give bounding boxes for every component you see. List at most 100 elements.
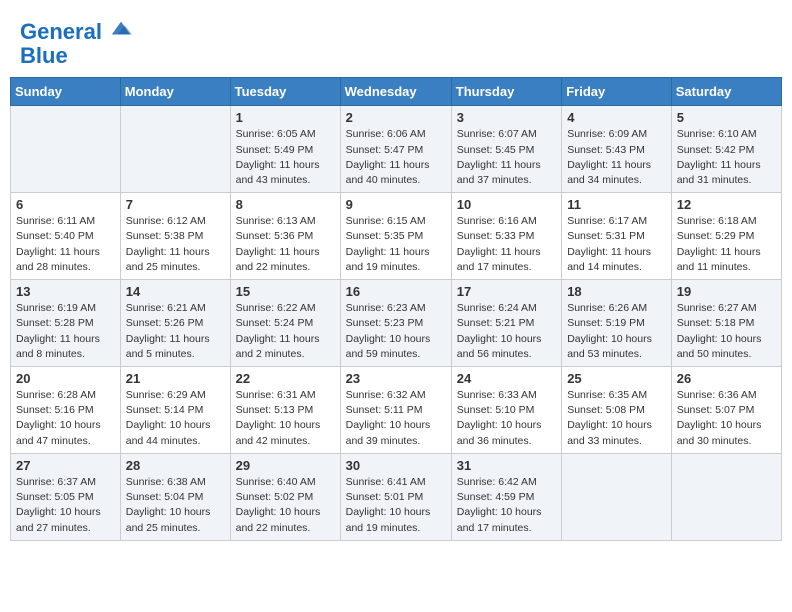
day-number: 12 xyxy=(677,197,776,212)
calendar-cell: 27Sunrise: 6:37 AM Sunset: 5:05 PM Dayli… xyxy=(11,453,121,540)
calendar-cell xyxy=(562,453,672,540)
day-info: Sunrise: 6:06 AM Sunset: 5:47 PM Dayligh… xyxy=(346,127,446,188)
calendar-cell: 5 Sunrise: 6:10 AM Sunset: 5:42 PM Daylig… xyxy=(671,106,781,193)
day-number: 15 xyxy=(236,284,335,299)
day-number: 9 xyxy=(346,197,446,212)
calendar-week-row: 27Sunrise: 6:37 AM Sunset: 5:05 PM Dayli… xyxy=(11,453,782,540)
day-info: Sunrise: 6:42 AM Sunset: 4:59 PM Dayligh… xyxy=(457,475,556,536)
calendar-cell: 13Sunrise: 6:19 AM Sunset: 5:28 PM Dayli… xyxy=(11,280,121,367)
day-number: 29 xyxy=(236,458,335,473)
calendar-week-row: 1Sunrise: 6:05 AM Sunset: 5:49 PM Daylig… xyxy=(11,106,782,193)
day-info: Sunrise: 6:07 AM Sunset: 5:45 PM Dayligh… xyxy=(457,127,556,188)
calendar-cell: 9 Sunrise: 6:15 AM Sunset: 5:35 PM Daylig… xyxy=(340,193,451,280)
calendar-cell: 19Sunrise: 6:27 AM Sunset: 5:18 PM Dayli… xyxy=(671,280,781,367)
day-number: 21 xyxy=(126,371,225,386)
calendar-cell: 12 Sunrise: 6:18 AM Sunset: 5:29 PM Dayli… xyxy=(671,193,781,280)
day-info: Sunrise: 6:11 AM Sunset: 5:40 PM Dayligh… xyxy=(16,214,115,275)
day-info: Sunrise: 6:41 AM Sunset: 5:01 PM Dayligh… xyxy=(346,475,446,536)
calendar-cell: 24 Sunrise: 6:33 AM Sunset: 5:10 PM Dayli… xyxy=(451,367,561,454)
day-number: 6 xyxy=(16,197,115,212)
day-number: 18 xyxy=(567,284,666,299)
calendar-cell: 8 Sunrise: 6:13 AM Sunset: 5:36 PM Daylig… xyxy=(230,193,340,280)
day-number: 23 xyxy=(346,371,446,386)
day-number: 4 xyxy=(567,110,666,125)
day-info: Sunrise: 6:15 AM Sunset: 5:35 PM Dayligh… xyxy=(346,214,446,275)
day-info: Sunrise: 6:09 AM Sunset: 5:43 PM Dayligh… xyxy=(567,127,666,188)
day-info: Sunrise: 6:16 AM Sunset: 5:33 PM Dayligh… xyxy=(457,214,556,275)
calendar-cell: 20Sunrise: 6:28 AM Sunset: 5:16 PM Dayli… xyxy=(11,367,121,454)
weekday-header: Sunday xyxy=(11,78,121,106)
weekday-header: Wednesday xyxy=(340,78,451,106)
day-number: 31 xyxy=(457,458,556,473)
calendar-cell: 22Sunrise: 6:31 AM Sunset: 5:13 PM Dayli… xyxy=(230,367,340,454)
day-number: 26 xyxy=(677,371,776,386)
day-number: 25 xyxy=(567,371,666,386)
day-info: Sunrise: 6:22 AM Sunset: 5:24 PM Dayligh… xyxy=(236,301,335,362)
weekday-header: Saturday xyxy=(671,78,781,106)
day-number: 24 xyxy=(457,371,556,386)
day-info: Sunrise: 6:13 AM Sunset: 5:36 PM Dayligh… xyxy=(236,214,335,275)
calendar-cell: 26 Sunrise: 6:36 AM Sunset: 5:07 PM Dayli… xyxy=(671,367,781,454)
day-number: 5 xyxy=(677,110,776,125)
day-info: Sunrise: 6:35 AM Sunset: 5:08 PM Dayligh… xyxy=(567,388,666,449)
weekday-header: Monday xyxy=(120,78,230,106)
calendar-cell: 2 Sunrise: 6:06 AM Sunset: 5:47 PM Daylig… xyxy=(340,106,451,193)
day-number: 28 xyxy=(126,458,225,473)
calendar-cell: 23 Sunrise: 6:32 AM Sunset: 5:11 PM Dayli… xyxy=(340,367,451,454)
day-info: Sunrise: 6:38 AM Sunset: 5:04 PM Dayligh… xyxy=(126,475,225,536)
calendar-cell: 14Sunrise: 6:21 AM Sunset: 5:26 PM Dayli… xyxy=(120,280,230,367)
calendar-cell xyxy=(11,106,121,193)
weekday-header: Thursday xyxy=(451,78,561,106)
calendar-cell: 7 Sunrise: 6:12 AM Sunset: 5:38 PM Daylig… xyxy=(120,193,230,280)
day-number: 11 xyxy=(567,197,666,212)
weekday-header: Friday xyxy=(562,78,672,106)
day-info: Sunrise: 6:37 AM Sunset: 5:05 PM Dayligh… xyxy=(16,475,115,536)
day-number: 17 xyxy=(457,284,556,299)
calendar-cell: 18 Sunrise: 6:26 AM Sunset: 5:19 PM Dayli… xyxy=(562,280,672,367)
day-info: Sunrise: 6:19 AM Sunset: 5:28 PM Dayligh… xyxy=(16,301,115,362)
calendar-cell: 29Sunrise: 6:40 AM Sunset: 5:02 PM Dayli… xyxy=(230,453,340,540)
calendar-table: SundayMondayTuesdayWednesdayThursdayFrid… xyxy=(10,77,782,540)
calendar-cell: 25 Sunrise: 6:35 AM Sunset: 5:08 PM Dayli… xyxy=(562,367,672,454)
calendar-cell: 15 Sunrise: 6:22 AM Sunset: 5:24 PM Dayli… xyxy=(230,280,340,367)
day-info: Sunrise: 6:12 AM Sunset: 5:38 PM Dayligh… xyxy=(126,214,225,275)
day-number: 20 xyxy=(16,371,115,386)
day-number: 7 xyxy=(126,197,225,212)
calendar-cell xyxy=(671,453,781,540)
day-number: 10 xyxy=(457,197,556,212)
logo-text: General xyxy=(20,20,132,44)
calendar-cell: 21 Sunrise: 6:29 AM Sunset: 5:14 PM Dayli… xyxy=(120,367,230,454)
day-info: Sunrise: 6:10 AM Sunset: 5:42 PM Dayligh… xyxy=(677,127,776,188)
day-info: Sunrise: 6:32 AM Sunset: 5:11 PM Dayligh… xyxy=(346,388,446,449)
day-info: Sunrise: 6:31 AM Sunset: 5:13 PM Dayligh… xyxy=(236,388,335,449)
calendar-cell: 31 Sunrise: 6:42 AM Sunset: 4:59 PM Dayli… xyxy=(451,453,561,540)
weekday-header: Tuesday xyxy=(230,78,340,106)
day-number: 1 xyxy=(236,110,335,125)
calendar-week-row: 13Sunrise: 6:19 AM Sunset: 5:28 PM Dayli… xyxy=(11,280,782,367)
day-info: Sunrise: 6:33 AM Sunset: 5:10 PM Dayligh… xyxy=(457,388,556,449)
day-info: Sunrise: 6:18 AM Sunset: 5:29 PM Dayligh… xyxy=(677,214,776,275)
calendar-week-row: 20Sunrise: 6:28 AM Sunset: 5:16 PM Dayli… xyxy=(11,367,782,454)
calendar-cell: 11 Sunrise: 6:17 AM Sunset: 5:31 PM Dayli… xyxy=(562,193,672,280)
day-info: Sunrise: 6:26 AM Sunset: 5:19 PM Dayligh… xyxy=(567,301,666,362)
day-number: 16 xyxy=(346,284,446,299)
logo-text2: Blue xyxy=(20,44,132,68)
logo-icon xyxy=(110,18,132,40)
day-info: Sunrise: 6:17 AM Sunset: 5:31 PM Dayligh… xyxy=(567,214,666,275)
day-number: 8 xyxy=(236,197,335,212)
day-info: Sunrise: 6:29 AM Sunset: 5:14 PM Dayligh… xyxy=(126,388,225,449)
calendar-week-row: 6 Sunrise: 6:11 AM Sunset: 5:40 PM Daylig… xyxy=(11,193,782,280)
day-number: 3 xyxy=(457,110,556,125)
day-number: 30 xyxy=(346,458,446,473)
calendar-cell: 16 Sunrise: 6:23 AM Sunset: 5:23 PM Dayli… xyxy=(340,280,451,367)
weekday-header-row: SundayMondayTuesdayWednesdayThursdayFrid… xyxy=(11,78,782,106)
day-info: Sunrise: 6:36 AM Sunset: 5:07 PM Dayligh… xyxy=(677,388,776,449)
day-info: Sunrise: 6:23 AM Sunset: 5:23 PM Dayligh… xyxy=(346,301,446,362)
logo: General Blue xyxy=(20,20,132,68)
calendar-cell: 1Sunrise: 6:05 AM Sunset: 5:49 PM Daylig… xyxy=(230,106,340,193)
calendar-cell: 17Sunrise: 6:24 AM Sunset: 5:21 PM Dayli… xyxy=(451,280,561,367)
day-number: 19 xyxy=(677,284,776,299)
day-number: 2 xyxy=(346,110,446,125)
calendar-cell: 4 Sunrise: 6:09 AM Sunset: 5:43 PM Daylig… xyxy=(562,106,672,193)
calendar-cell: 6 Sunrise: 6:11 AM Sunset: 5:40 PM Daylig… xyxy=(11,193,121,280)
